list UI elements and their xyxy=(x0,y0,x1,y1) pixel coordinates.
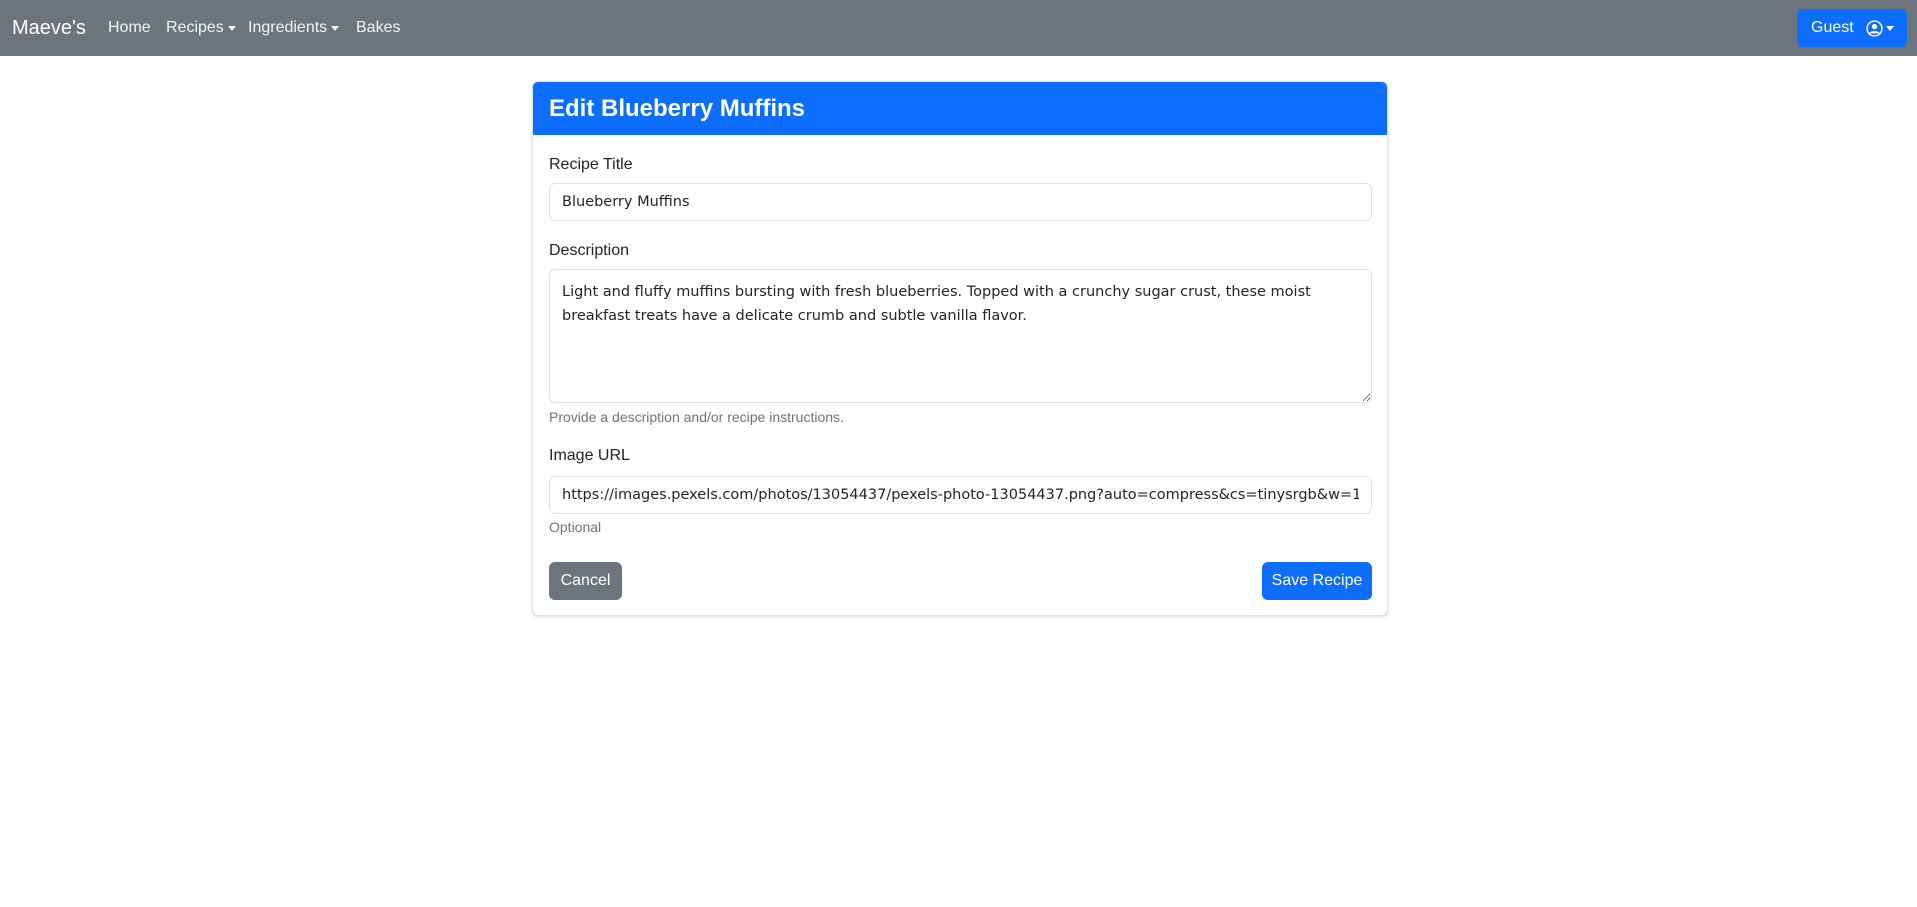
nav-bakes[interactable]: Bakes xyxy=(356,17,400,39)
navbar: Maeve's Home Recipes Ingredients Bakes G… xyxy=(0,0,1917,56)
user-menu-label: Guest xyxy=(1811,19,1854,36)
recipe-title-input[interactable] xyxy=(549,183,1372,221)
description-help-text: Provide a description and/or recipe inst… xyxy=(549,409,844,425)
nav-ingredients-dropdown[interactable]: Ingredients xyxy=(248,17,340,39)
image-url-input[interactable] xyxy=(549,476,1372,514)
image-url-help-text: Optional xyxy=(549,519,602,535)
image-url-label: Image URL xyxy=(549,447,630,464)
nav-bakes-label: Bakes xyxy=(356,19,401,36)
edit-recipe-card: Edit Blueberry Muffins Recipe Title Desc… xyxy=(532,81,1388,616)
page-title: Edit Blueberry Muffins xyxy=(533,82,1387,135)
description-textarea[interactable]: Light and fluffy muffins bursting with f… xyxy=(549,269,1372,403)
user-circle-icon xyxy=(1866,20,1883,37)
brand-logo[interactable]: Maeve's xyxy=(12,14,86,42)
caret-down-icon xyxy=(331,25,340,31)
nav-recipes-label: Recipes xyxy=(166,19,224,36)
caret-down-icon xyxy=(1886,26,1894,31)
nav-home[interactable]: Home xyxy=(108,17,151,39)
recipe-title-label: Recipe Title xyxy=(549,156,633,173)
nav-home-label: Home xyxy=(108,19,151,36)
caret-down-icon xyxy=(227,25,236,31)
save-recipe-button[interactable]: Save Recipe xyxy=(1262,562,1372,600)
nav-recipes-dropdown[interactable]: Recipes xyxy=(166,17,236,39)
cancel-button[interactable]: Cancel xyxy=(549,562,622,600)
user-menu-button[interactable]: Guest xyxy=(1797,9,1907,47)
nav-ingredients-label: Ingredients xyxy=(248,19,328,36)
description-label: Description xyxy=(549,242,630,259)
